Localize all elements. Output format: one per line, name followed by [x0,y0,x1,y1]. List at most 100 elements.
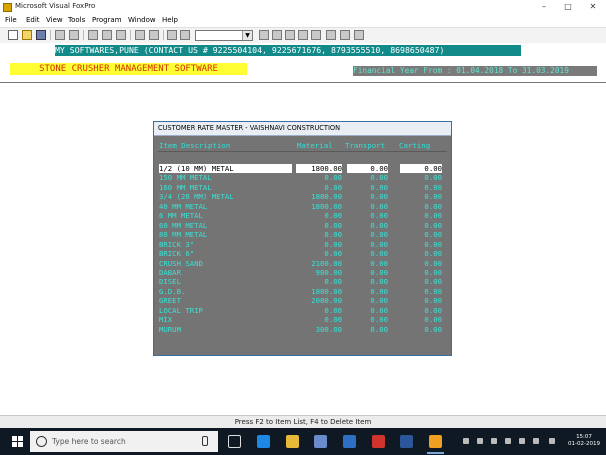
menu-window[interactable]: Window [128,16,156,24]
properties-icon[interactable] [285,30,295,40]
item-description-cell[interactable]: 1/2 (10 MM) METAL [159,164,292,173]
task-pane-icon[interactable] [354,30,364,40]
transport-rate-cell[interactable]: 0.00 [347,306,388,315]
table-row[interactable]: 40 MM METAL 1800.00 0.00 0.00 [159,202,447,211]
language-icon[interactable] [549,438,555,444]
table-row[interactable]: 6 MM METAL 0.00 0.00 0.00 [159,211,447,220]
item-description-cell[interactable]: G.D.B. [159,287,185,296]
transport-rate-cell[interactable]: 0.00 [347,249,388,258]
material-rate-cell[interactable]: 0.00 [296,315,342,324]
item-description-cell[interactable]: MURUM [159,325,181,334]
material-rate-cell[interactable]: 1800.00 [296,192,342,201]
modify-icon[interactable] [180,30,190,40]
foxpro-taskbar-icon[interactable] [429,435,442,448]
carting-rate-cell[interactable]: 0.00 [400,296,442,305]
transport-rate-cell[interactable]: 0.00 [347,211,388,220]
transport-rate-cell[interactable]: 0.00 [347,259,388,268]
microphone-icon[interactable] [202,436,208,446]
transport-rate-cell[interactable]: 0.00 [347,296,388,305]
transport-rate-cell[interactable]: 0.00 [347,221,388,230]
table-row[interactable]: 3/4 (20 MM) METAL 1800.00 0.00 0.00 [159,192,447,201]
print-icon[interactable] [55,30,65,40]
toolbar-combo[interactable]: ▼ [195,30,253,41]
taskbar-clock[interactable]: 15:07 01-02-2019 [567,434,601,448]
material-rate-cell[interactable]: 1800.00 [296,202,342,211]
item-description-cell[interactable]: 150 MM METAL [159,173,212,182]
edge-browser-icon[interactable] [257,435,270,448]
item-description-cell[interactable]: 40 MM METAL [159,202,207,211]
item-description-cell[interactable]: BRICK 3" [159,240,194,249]
table-row[interactable]: CRUSH SAND 2100.00 0.00 0.00 [159,259,447,268]
item-description-cell[interactable]: 80 MM METAL [159,230,207,239]
item-description-cell[interactable]: 60 MM METAL [159,221,207,230]
redo-icon[interactable] [149,30,159,40]
menu-file[interactable]: File [5,16,17,24]
class-browser-icon[interactable] [298,30,308,40]
table-row[interactable]: DABAR 900.00 0.00 0.00 [159,268,447,277]
open-folder-icon[interactable] [22,30,32,40]
transport-rate-cell[interactable]: 0.00 [347,240,388,249]
cut-icon[interactable] [88,30,98,40]
store-icon[interactable] [314,435,327,448]
tray-icon[interactable] [477,438,483,444]
maximize-button[interactable]: □ [559,1,577,13]
carting-rate-cell[interactable]: 0.00 [400,230,442,239]
transport-rate-cell[interactable]: 0.00 [347,164,388,173]
transport-rate-cell[interactable]: 0.00 [347,230,388,239]
carting-rate-cell[interactable]: 0.00 [400,183,442,192]
toolbox-icon[interactable] [340,30,350,40]
item-description-cell[interactable]: BRICK 6" [159,249,194,258]
carting-rate-cell[interactable]: 0.00 [400,249,442,258]
carting-rate-cell[interactable]: 0.00 [400,240,442,249]
object-browser-icon[interactable] [326,30,336,40]
carting-rate-cell[interactable]: 0.00 [400,306,442,315]
undo-icon[interactable] [135,30,145,40]
tray-icon[interactable] [491,438,497,444]
carting-rate-cell[interactable]: 0.00 [400,192,442,201]
paste-icon[interactable] [116,30,126,40]
table-row[interactable]: 1/2 (10 MM) METAL 1800.00 0.00 0.00 [159,164,447,173]
table-row[interactable]: GREET 2000.00 0.00 0.00 [159,296,447,305]
item-description-cell[interactable]: 6 MM METAL [159,211,203,220]
transport-rate-cell[interactable]: 0.00 [347,315,388,324]
item-description-cell[interactable]: DISEL [159,277,181,286]
carting-rate-cell[interactable]: 0.00 [400,325,442,334]
item-description-cell[interactable]: MIX [159,315,172,324]
material-rate-cell[interactable]: 300.00 [296,325,342,334]
minimize-button[interactable]: – [535,1,553,13]
menu-edit[interactable]: Edit [26,16,40,24]
item-description-cell[interactable]: 160 MM METAL [159,183,212,192]
carting-rate-cell[interactable]: 0.00 [400,287,442,296]
carting-rate-cell[interactable]: 0.00 [400,315,442,324]
menu-program[interactable]: Program [92,16,122,24]
material-rate-cell[interactable]: 0.00 [296,240,342,249]
transport-rate-cell[interactable]: 0.00 [347,192,388,201]
item-description-cell[interactable]: GREET [159,296,181,305]
table-row[interactable]: 80 MM METAL 0.00 0.00 0.00 [159,230,447,239]
transport-rate-cell[interactable]: 0.00 [347,202,388,211]
table-row[interactable]: 160 MM METAL 0.00 0.00 0.00 [159,183,447,192]
item-description-cell[interactable]: DABAR [159,268,181,277]
material-rate-cell[interactable]: 0.00 [296,230,342,239]
mail-icon[interactable] [343,435,356,448]
new-file-icon[interactable] [8,30,18,40]
material-rate-cell[interactable]: 0.00 [296,183,342,192]
battery-icon[interactable] [519,438,525,444]
material-rate-cell[interactable]: 0.00 [296,277,342,286]
transport-rate-cell[interactable]: 0.00 [347,183,388,192]
table-row[interactable]: LOCAL TRIP 0.00 0.00 0.00 [159,306,447,315]
transport-rate-cell[interactable]: 0.00 [347,268,388,277]
material-rate-cell[interactable]: 0.00 [296,211,342,220]
run-icon[interactable] [167,30,177,40]
item-description-cell[interactable]: LOCAL TRIP [159,306,203,315]
material-rate-cell[interactable]: 0.00 [296,221,342,230]
tray-icon[interactable] [463,438,469,444]
volume-icon[interactable] [533,438,539,444]
save-icon[interactable] [36,30,46,40]
item-description-cell[interactable]: CRUSH SAND [159,259,203,268]
table-row[interactable]: BRICK 6" 0.00 0.00 0.00 [159,249,447,258]
material-rate-cell[interactable]: 0.00 [296,173,342,182]
material-rate-cell[interactable]: 0.00 [296,249,342,258]
print-preview-icon[interactable] [69,30,79,40]
carting-rate-cell[interactable]: 0.00 [400,202,442,211]
